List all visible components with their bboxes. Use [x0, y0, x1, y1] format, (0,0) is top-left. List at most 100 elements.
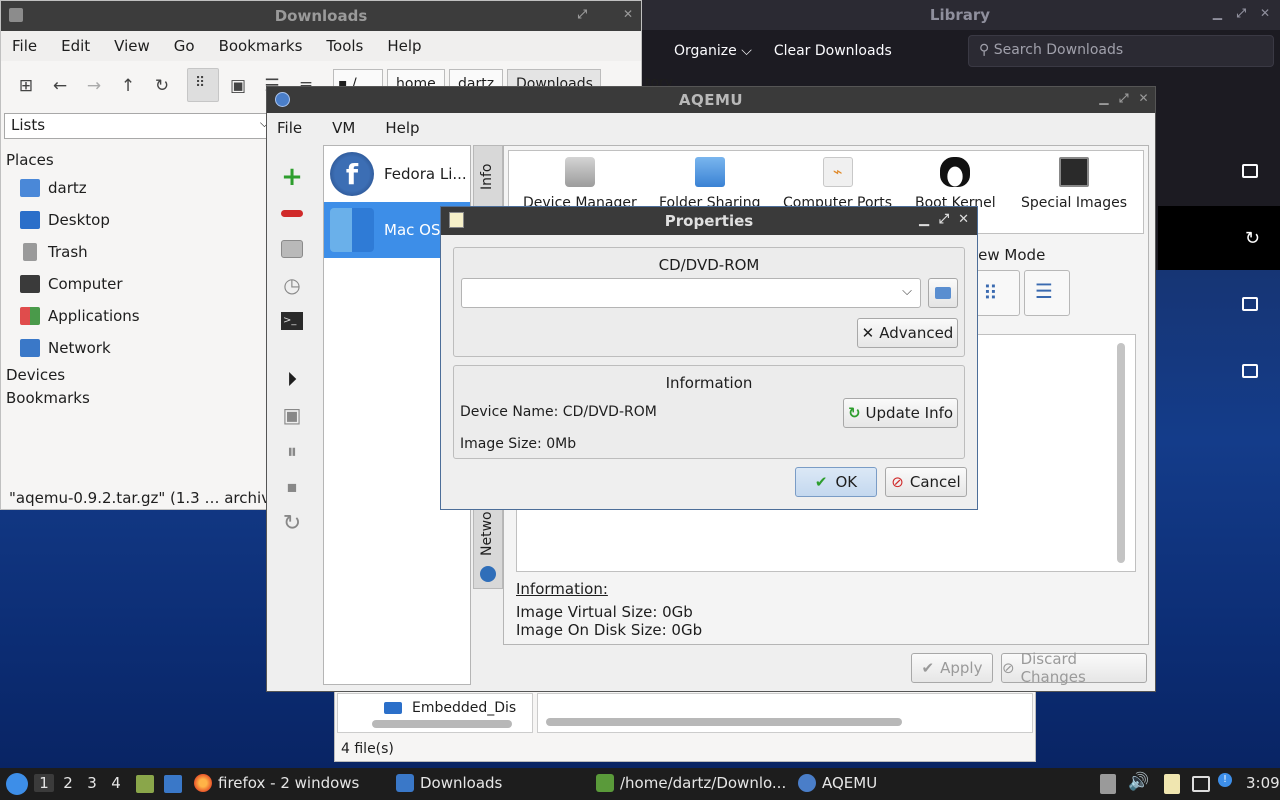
- save-icon[interactable]: ▣: [279, 403, 305, 427]
- place-desktop[interactable]: Desktop: [6, 204, 266, 236]
- place-trash[interactable]: Trash: [6, 236, 266, 268]
- task-aqemu[interactable]: AQEMU: [798, 774, 877, 792]
- new-tab-icon[interactable]: ⊞: [15, 75, 37, 97]
- place-computer[interactable]: Computer: [6, 268, 266, 300]
- stop-icon[interactable]: ⏹: [279, 475, 305, 499]
- file-manager-launcher-icon[interactable]: [136, 775, 154, 793]
- task-firefox[interactable]: firefox - 2 windows: [194, 774, 359, 792]
- clock-icon[interactable]: ◷: [279, 273, 305, 297]
- forward-icon[interactable]: →: [83, 75, 105, 97]
- special-images-button[interactable]: Special Images: [1021, 157, 1127, 211]
- library-title: Library: [929, 6, 991, 24]
- minimize-icon[interactable]: ▁: [1099, 91, 1109, 105]
- close-icon[interactable]: ✕: [1260, 6, 1270, 20]
- volume-icon[interactable]: 🔊: [1128, 772, 1149, 792]
- boot-kernel-button[interactable]: Boot Kernel: [915, 157, 996, 211]
- cd-image-combobox[interactable]: ⌵: [461, 278, 921, 308]
- task-downloads[interactable]: Downloads: [396, 774, 502, 792]
- folder-icon[interactable]: [1242, 164, 1258, 178]
- delete-vm-icon[interactable]: [279, 201, 305, 225]
- menu-help[interactable]: Help: [385, 119, 419, 137]
- workspace-2[interactable]: 2: [58, 774, 78, 792]
- task-terminal[interactable]: /home/dartz/Downlo...: [596, 774, 786, 792]
- close-icon[interactable]: ✕: [958, 212, 969, 227]
- minimize-icon[interactable]: ▁: [1213, 6, 1222, 20]
- tab-network[interactable]: Netwo: [479, 511, 495, 556]
- selected-download-row[interactable]: ↻: [1158, 206, 1280, 270]
- computer-ports-button[interactable]: ⌁ Computer Ports: [783, 157, 892, 211]
- folder-icon[interactable]: [1242, 297, 1258, 311]
- advanced-button[interactable]: ✕ Advanced: [857, 318, 958, 348]
- pause-icon[interactable]: ⏸: [279, 439, 305, 463]
- place-home[interactable]: dartz: [6, 172, 266, 204]
- place-applications[interactable]: Applications: [6, 300, 266, 332]
- workspace-1[interactable]: 1: [34, 774, 54, 792]
- menu-tools[interactable]: Tools: [326, 37, 363, 55]
- workspace-3[interactable]: 3: [82, 774, 102, 792]
- menu-edit[interactable]: Edit: [61, 37, 90, 55]
- menu-go[interactable]: Go: [174, 37, 195, 55]
- notes-icon[interactable]: [1164, 774, 1180, 794]
- ok-button[interactable]: ✔ OK: [795, 467, 877, 497]
- vertical-scrollbar[interactable]: [1117, 343, 1125, 563]
- reload-icon[interactable]: ↻: [151, 75, 173, 97]
- thumbnail-view-icon[interactable]: ▣: [227, 75, 249, 97]
- clear-downloads-button[interactable]: Clear Downloads: [774, 43, 892, 59]
- menu-file[interactable]: File: [277, 119, 302, 137]
- up-icon[interactable]: ↑: [117, 75, 139, 97]
- maximize-icon[interactable]: ⤢: [1236, 6, 1246, 21]
- add-vm-icon[interactable]: +: [279, 162, 305, 192]
- terminal-icon[interactable]: >_: [279, 309, 305, 333]
- update-notifier-icon[interactable]: !: [1218, 773, 1232, 787]
- properties-titlebar[interactable]: Properties ▁ ⤢ ✕: [441, 207, 977, 235]
- update-info-button[interactable]: ↻ Update Info: [843, 398, 958, 428]
- tree-item[interactable]: Embedded_Dis: [412, 700, 516, 716]
- folder-icon[interactable]: [1242, 364, 1258, 378]
- search-downloads-input[interactable]: ⚲ Search Downloads: [968, 35, 1274, 67]
- play-icon[interactable]: ⏵: [279, 367, 305, 391]
- menu-view[interactable]: View: [114, 37, 150, 55]
- maximize-icon[interactable]: ⤢: [1119, 91, 1129, 106]
- start-menu-icon[interactable]: [6, 773, 28, 795]
- display-icon[interactable]: [1192, 776, 1210, 792]
- library-titlebar[interactable]: Library ▁ ⤢ ✕: [640, 0, 1280, 30]
- horizontal-scrollbar[interactable]: [372, 720, 512, 728]
- menu-bookmarks[interactable]: Bookmarks: [219, 37, 303, 55]
- organize-button[interactable]: Organize ⌵: [674, 43, 752, 59]
- cancel-button[interactable]: ⊘ Cancel: [885, 467, 967, 497]
- desktop-launcher-icon[interactable]: [164, 775, 182, 793]
- view-mode-list-button[interactable]: ☰: [1024, 270, 1070, 316]
- view-mode-icons-button[interactable]: ⠿: [974, 270, 1020, 316]
- reset-icon[interactable]: ↻: [279, 511, 305, 536]
- place-network[interactable]: Network: [6, 332, 266, 364]
- tab-info[interactable]: Info: [479, 164, 495, 191]
- devices-header[interactable]: Devices: [6, 364, 266, 387]
- folder-sharing-button[interactable]: Folder Sharing: [659, 157, 760, 211]
- clipboard-icon[interactable]: [1100, 774, 1116, 794]
- clock[interactable]: 3:09: [1246, 774, 1280, 792]
- menu-file[interactable]: File: [12, 37, 37, 55]
- menu-help[interactable]: Help: [387, 37, 421, 55]
- bookmarks-header[interactable]: Bookmarks: [6, 387, 266, 410]
- workspace-4[interactable]: 4: [106, 774, 126, 792]
- discard-changes-button[interactable]: ⊘ Discard Changes: [1001, 650, 1147, 686]
- retry-icon[interactable]: ↻: [1245, 228, 1260, 249]
- drive-icon[interactable]: [279, 237, 305, 261]
- horizontal-scrollbar[interactable]: [546, 718, 902, 726]
- browse-image-button[interactable]: [928, 278, 958, 308]
- icons-view-icon: ⠿: [983, 281, 998, 305]
- icon-view-button[interactable]: ⠿: [187, 68, 219, 102]
- minimize-icon[interactable]: ▁: [919, 212, 929, 227]
- back-icon[interactable]: ←: [49, 75, 71, 97]
- apply-button[interactable]: ✔ Apply: [911, 653, 993, 683]
- menu-vm[interactable]: VM: [332, 119, 355, 137]
- side-pane-selector[interactable]: Lists ⌵: [4, 113, 274, 139]
- file-manager-titlebar[interactable]: Downloads ⤢ ✕: [1, 1, 641, 31]
- maximize-icon[interactable]: ⤢: [939, 212, 949, 227]
- aqemu-titlebar[interactable]: AQEMU ▁ ⤢ ✕: [267, 87, 1155, 113]
- device-manager-button[interactable]: Device Manager: [523, 157, 637, 211]
- close-icon[interactable]: ✕: [623, 7, 633, 21]
- close-icon[interactable]: ✕: [1138, 91, 1149, 105]
- vm-item-fedora[interactable]: f Fedora Li...: [324, 146, 470, 202]
- maximize-icon[interactable]: ⤢: [577, 7, 587, 22]
